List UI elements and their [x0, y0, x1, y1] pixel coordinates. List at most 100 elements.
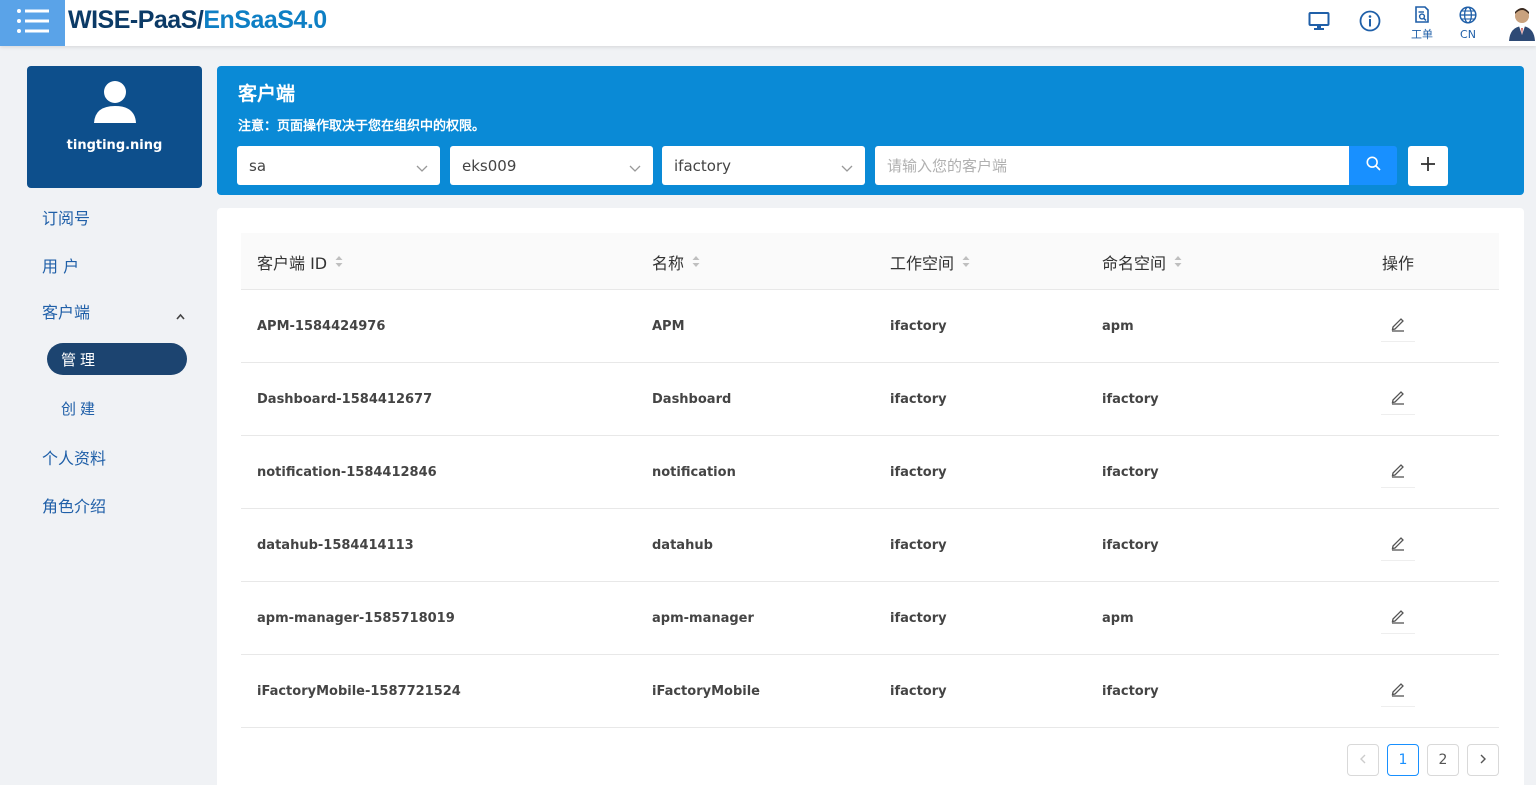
cell-client-id: notification-1584412846	[257, 464, 437, 480]
edit-icon	[1390, 389, 1406, 409]
nav-clients-manage[interactable]: 管理	[47, 343, 187, 375]
cell-name: datahub	[652, 537, 713, 553]
client-table-card: 客户端 ID 名称 工作空间 命名空间 操作 APM-1584424976 AP…	[217, 208, 1524, 785]
ticket-label: 工单	[1411, 27, 1433, 41]
edit-button[interactable]	[1381, 456, 1415, 488]
globe-icon	[1459, 5, 1477, 28]
column-client-id[interactable]: 客户端 ID	[257, 233, 343, 290]
edit-button[interactable]	[1381, 383, 1415, 415]
org-select[interactable]: sa	[237, 146, 440, 185]
monitor-button[interactable]	[1301, 6, 1337, 40]
cell-client-id: Dashboard-1584412677	[257, 391, 433, 407]
table-row: apm-manager-1585718019 apm-manager ifact…	[241, 582, 1499, 655]
sort-icon[interactable]	[962, 255, 970, 268]
info-button[interactable]	[1352, 6, 1388, 40]
table-header: 客户端 ID 名称 工作空间 命名空间 操作	[241, 233, 1499, 290]
edit-button[interactable]	[1381, 310, 1415, 342]
add-client-button[interactable]	[1408, 146, 1448, 186]
table-row: Dashboard-1584412677 Dashboard ifactory …	[241, 363, 1499, 436]
sort-icon[interactable]	[335, 255, 343, 268]
pagination-page-1[interactable]: 1	[1387, 744, 1419, 776]
cell-name: notification	[652, 464, 736, 480]
language-label: CN	[1460, 27, 1476, 41]
cell-client-id: APM-1584424976	[257, 318, 386, 334]
cluster-select[interactable]: eks009	[450, 146, 653, 185]
column-name[interactable]: 名称	[652, 233, 700, 290]
plus-icon	[1420, 156, 1436, 176]
search-icon	[1365, 156, 1381, 175]
table-row: APM-1584424976 APM ifactory apm	[241, 290, 1499, 363]
pagination-prev-button[interactable]	[1347, 744, 1379, 776]
user-avatar[interactable]	[1508, 5, 1536, 41]
cell-name: iFactoryMobile	[652, 683, 760, 699]
nav-clients-create[interactable]: 创建	[61, 398, 99, 419]
permission-note: 注意：页面操作取决于您在组织中的权限。	[238, 119, 486, 134]
edit-button[interactable]	[1381, 675, 1415, 707]
chevron-down-icon	[629, 159, 641, 177]
table-row: iFactoryMobile-1587721524 iFactoryMobile…	[241, 655, 1499, 728]
edit-icon	[1390, 608, 1406, 628]
ticket-button[interactable]: 工单	[1404, 5, 1440, 41]
user-icon	[93, 80, 137, 128]
cell-workspace: ifactory	[890, 610, 947, 626]
edit-button[interactable]	[1381, 602, 1415, 634]
column-workspace[interactable]: 工作空间	[890, 233, 970, 290]
column-actions: 操作	[1382, 233, 1414, 290]
cell-namespace: ifactory	[1102, 391, 1159, 407]
cell-name: APM	[652, 318, 685, 334]
pagination-page-2[interactable]: 2	[1427, 744, 1459, 776]
chevron-up-icon[interactable]	[176, 305, 185, 324]
cell-client-id: datahub-1584414113	[257, 537, 414, 553]
top-header: WISE-PaaS/EnSaaS4.0 工单 CN	[0, 0, 1536, 46]
org-select-value: sa	[249, 156, 267, 175]
cell-client-id: iFactoryMobile-1587721524	[257, 683, 461, 699]
nav-clients[interactable]: 客户端	[42, 299, 90, 323]
nav-profile[interactable]: 个人资料	[42, 445, 106, 469]
edit-button[interactable]	[1381, 529, 1415, 561]
pagination-next-button[interactable]	[1467, 744, 1499, 776]
edit-icon	[1390, 535, 1406, 555]
language-button[interactable]: CN	[1450, 5, 1486, 41]
column-label: 操作	[1382, 253, 1415, 273]
column-label: 客户端 ID	[257, 253, 328, 273]
column-label: 工作空间	[890, 253, 955, 273]
cell-namespace: apm	[1102, 318, 1134, 334]
nav-roles[interactable]: 角色介绍	[42, 493, 106, 517]
brand-part1: WISE-PaaS/	[68, 6, 204, 34]
sort-icon[interactable]	[1174, 255, 1182, 268]
cluster-select-value: eks009	[462, 156, 517, 175]
column-label: 名称	[652, 253, 685, 273]
cell-namespace: ifactory	[1102, 464, 1159, 480]
cell-workspace: ifactory	[890, 537, 947, 553]
cell-workspace: ifactory	[890, 464, 947, 480]
cell-workspace: ifactory	[890, 391, 947, 407]
hamburger-icon	[16, 8, 50, 38]
edit-icon	[1390, 462, 1406, 482]
nav-subscription[interactable]: 订阅号	[42, 205, 90, 229]
cell-namespace: ifactory	[1102, 683, 1159, 699]
nav-users[interactable]: 用 户	[42, 253, 79, 277]
chevron-down-icon	[416, 159, 428, 177]
sort-icon[interactable]	[692, 255, 700, 268]
search-button[interactable]	[1349, 146, 1397, 185]
cell-name: Dashboard	[652, 391, 732, 407]
cell-namespace: apm	[1102, 610, 1134, 626]
chevron-down-icon	[841, 159, 853, 177]
workspace-select[interactable]: ifactory	[662, 146, 865, 185]
menu-toggle-button[interactable]	[0, 0, 65, 46]
chevron-right-icon	[1479, 752, 1487, 768]
table-row: datahub-1584414113 datahub ifactory ifac…	[241, 509, 1499, 582]
cell-name: apm-manager	[652, 610, 754, 626]
cell-client-id: apm-manager-1585718019	[257, 610, 455, 626]
brand-part2: EnSaaS4.0	[203, 6, 327, 34]
workspace-select-value: ifactory	[674, 156, 731, 175]
cell-workspace: ifactory	[890, 683, 947, 699]
monitor-icon	[1308, 11, 1330, 35]
page-title: 客户端	[238, 83, 296, 105]
client-search-input[interactable]	[875, 146, 1349, 185]
info-icon	[1359, 10, 1381, 36]
cell-workspace: ifactory	[890, 318, 947, 334]
column-namespace[interactable]: 命名空间	[1102, 233, 1182, 290]
ticket-search-icon	[1413, 5, 1431, 28]
column-label: 命名空间	[1102, 253, 1167, 273]
